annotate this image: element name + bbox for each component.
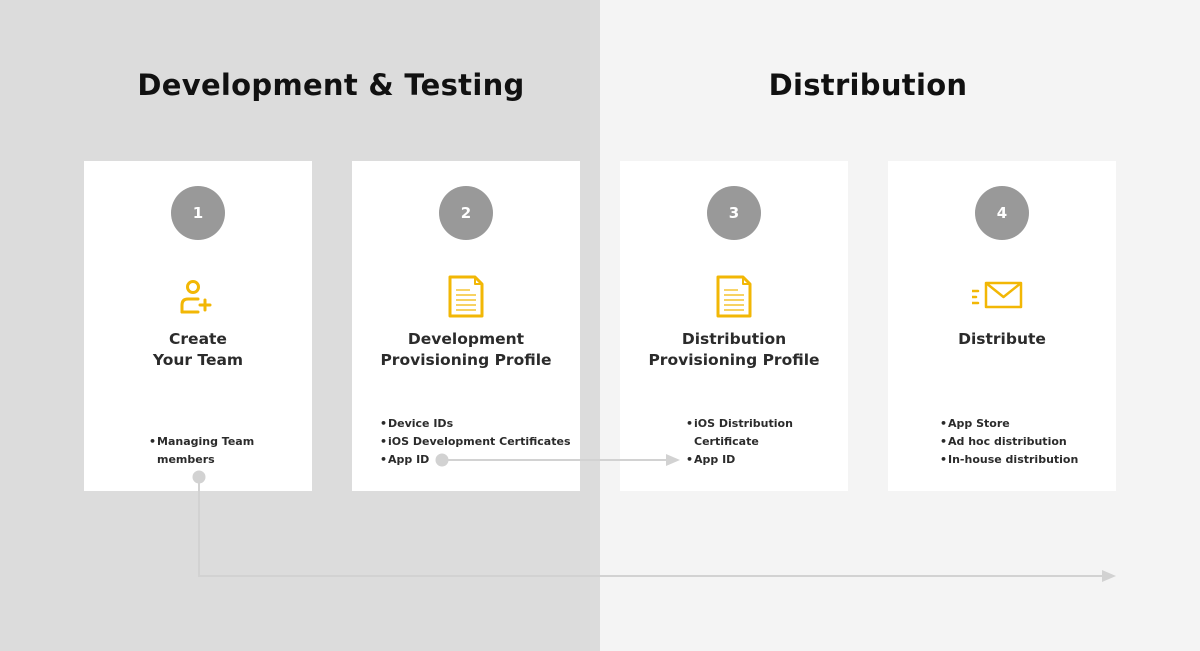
list-item: iOS Development Certificates xyxy=(380,433,571,451)
bullet-list: iOS Distribution Certificate App ID xyxy=(686,415,793,469)
card-distribute: 4 Distribute App Store Ad hoc distributi… xyxy=(888,161,1116,491)
document-icon xyxy=(704,273,764,323)
list-item: Device IDs xyxy=(380,415,571,433)
list-item: In-house distribution xyxy=(940,451,1078,469)
list-item: Managing Team members xyxy=(149,433,254,469)
list-item: iOS Distribution Certificate xyxy=(686,415,793,451)
card-title: Distribution Provisioning Profile xyxy=(648,330,820,369)
bullet-list: Device IDs iOS Development Certificates … xyxy=(380,415,571,469)
list-item: Ad hoc distribution xyxy=(940,433,1078,451)
section-title-distribution: Distribution xyxy=(768,68,968,102)
step-number-circle: 1 xyxy=(171,186,225,240)
card-title: Distribute xyxy=(958,330,1046,348)
mail-send-icon xyxy=(956,273,1032,323)
list-item: App Store xyxy=(940,415,1078,433)
add-user-icon xyxy=(168,273,228,323)
document-icon xyxy=(436,273,496,323)
card-title: Development Provisioning Profile xyxy=(380,330,552,369)
list-item: App ID xyxy=(686,451,793,469)
step-number-circle: 4 xyxy=(975,186,1029,240)
bullet-list: App Store Ad hoc distribution In-house d… xyxy=(940,415,1078,469)
card-title: Create Your Team xyxy=(152,330,244,369)
card-create-team: 1 Create Your Team Managing Team members xyxy=(84,161,312,491)
list-item: App ID xyxy=(380,451,571,469)
bullet-list: Managing Team members xyxy=(149,433,254,469)
step-number-circle: 2 xyxy=(439,186,493,240)
step-number-circle: 3 xyxy=(707,186,761,240)
card-distribution-profile: 3 Distribution Provisioning Profile iOS … xyxy=(620,161,848,491)
card-development-profile: 2 Development Provisioning Profile Devic… xyxy=(352,161,580,491)
section-title-development-testing: Development & Testing xyxy=(137,68,525,102)
